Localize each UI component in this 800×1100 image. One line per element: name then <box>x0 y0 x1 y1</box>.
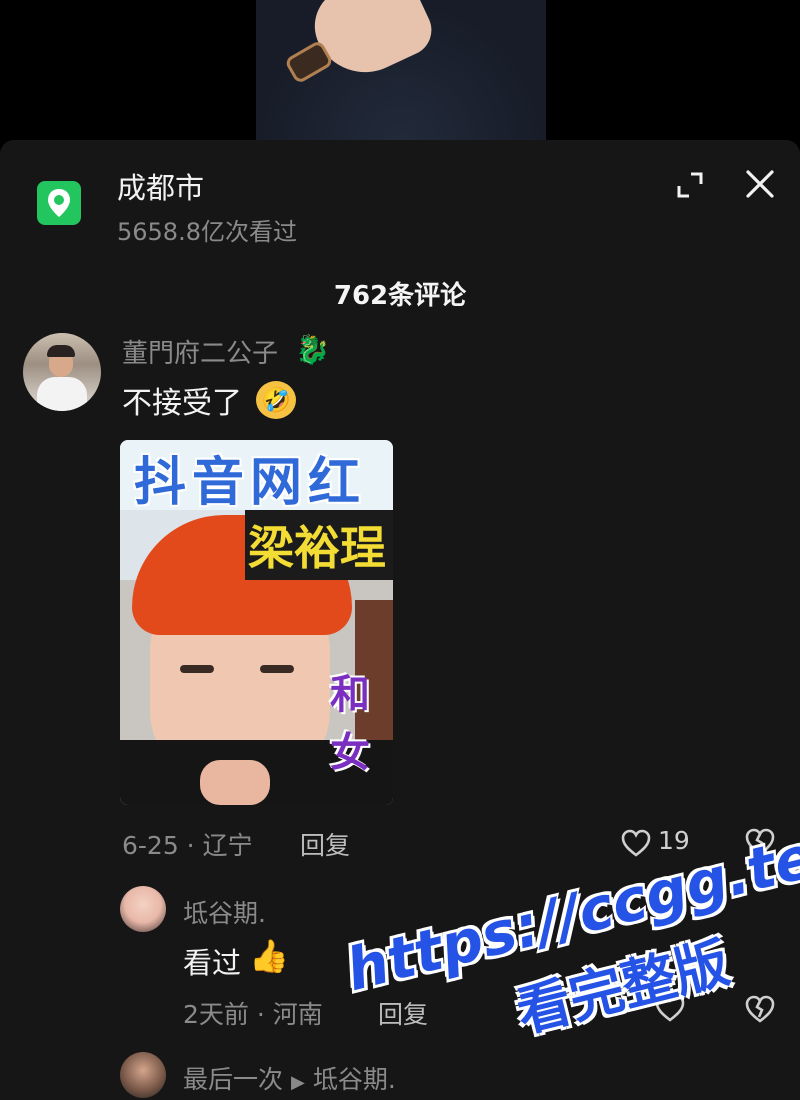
dragon-badge-icon: 🐉 <box>295 333 330 366</box>
video-person <box>256 0 546 140</box>
reply-button[interactable]: 回复 <box>378 995 428 1031</box>
expand-icon[interactable] <box>673 168 707 202</box>
comment-username[interactable]: 董門府二公子 <box>122 333 278 370</box>
broken-heart-icon[interactable] <box>744 993 776 1025</box>
play-arrow-icon: ▶ <box>291 1072 305 1093</box>
heart-icon[interactable] <box>654 993 686 1023</box>
avatar[interactable] <box>120 886 166 932</box>
comment-image[interactable]: 抖音网红 梁裕珵 和女 <box>120 440 393 805</box>
reply-meta: 2天前 · 河南 <box>183 1000 323 1029</box>
location-title[interactable]: 成都市 <box>117 165 204 207</box>
location-views: 5658.8亿次看过 <box>117 218 297 246</box>
image-hand <box>200 760 270 805</box>
emoji-glyph: 🤣 <box>261 386 291 414</box>
comment-text: 不接受了 <box>122 386 242 421</box>
image-title-line1: 抖音网红 <box>134 453 367 513</box>
reply-username[interactable]: 坻谷期. <box>183 894 266 930</box>
image-title-line2: 梁裕珵 <box>248 521 386 575</box>
avatar[interactable] <box>23 333 101 411</box>
image-eye-right <box>260 665 294 673</box>
reply-button[interactable]: 回复 <box>300 826 350 862</box>
avatar-body <box>37 377 87 411</box>
reply-to-username[interactable]: 坻谷期. <box>313 1065 396 1094</box>
comment-count: 762条评论 <box>333 281 467 311</box>
comment-meta: 6-25 · 辽宁 <box>122 831 253 860</box>
reply-thread-header[interactable]: 最后一次 ▶ 坻谷期. <box>183 1060 396 1096</box>
laughing-emoji-icon: 🤣 <box>256 381 296 419</box>
image-title-line3: 和女 <box>330 672 370 776</box>
reply-username[interactable]: 最后一次 <box>183 1065 283 1094</box>
avatar-hair <box>47 345 75 357</box>
like-count: 19 <box>658 826 690 855</box>
thumbs-up-emoji-icon: 👍 <box>249 937 289 975</box>
avatar[interactable] <box>120 1052 166 1098</box>
video-frame[interactable] <box>0 0 800 140</box>
location-pin-icon[interactable] <box>37 181 81 225</box>
heart-icon[interactable] <box>620 828 652 858</box>
reply-text: 看过 <box>183 946 242 980</box>
image-eye-left <box>180 665 214 673</box>
broken-heart-icon[interactable] <box>744 826 776 858</box>
close-icon[interactable] <box>742 166 778 202</box>
